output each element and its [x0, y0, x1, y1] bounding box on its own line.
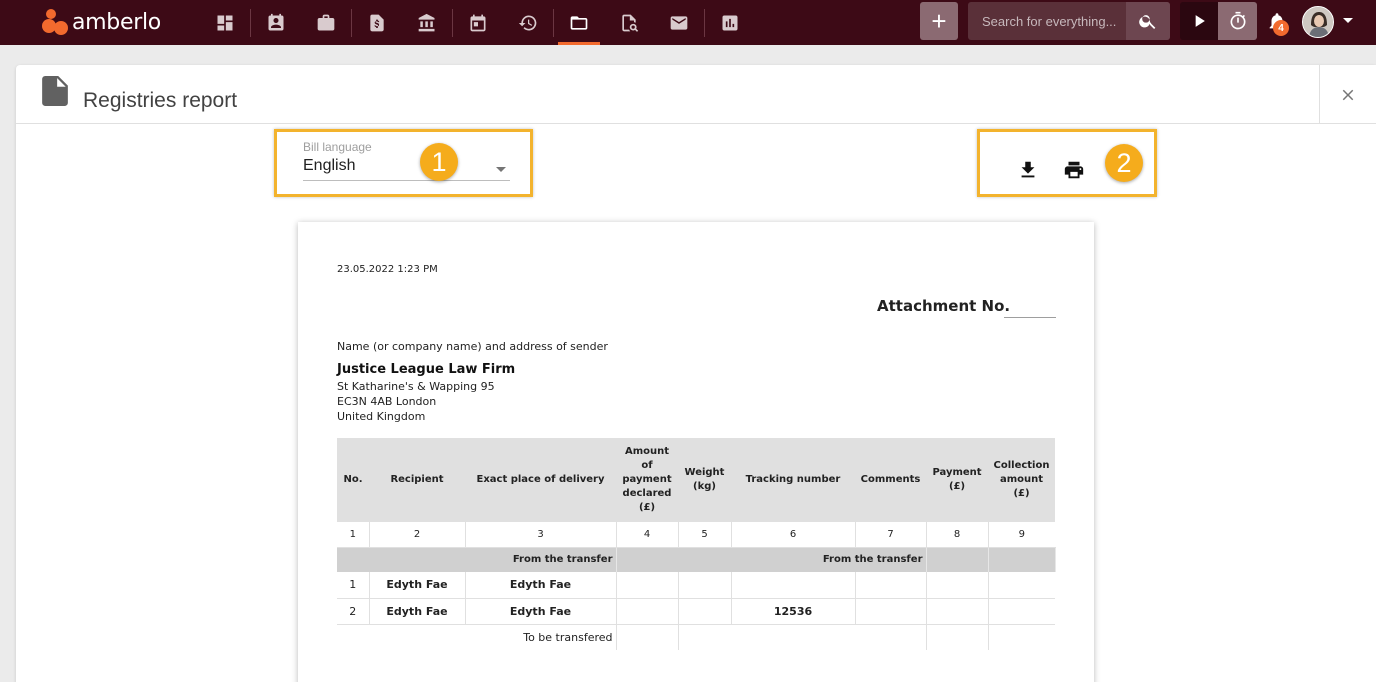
firm-name: Justice League Law Firm [337, 362, 516, 377]
table-row: 1 Edyth Fae Edyth Fae [337, 572, 1055, 599]
close-icon [1342, 89, 1354, 100]
column-header: Comments [855, 438, 926, 522]
search-button[interactable] [1126, 2, 1170, 40]
start-timer-button[interactable] [1180, 2, 1218, 40]
print-button[interactable] [1061, 157, 1087, 183]
bill-language-value: English [303, 157, 356, 174]
comments-cell [855, 598, 927, 625]
column-number: 1 [337, 522, 370, 548]
document-icon [42, 76, 68, 106]
column-number: 8 [926, 522, 989, 548]
column-number: 9 [988, 522, 1055, 548]
user-avatar[interactable] [1302, 6, 1334, 38]
attachment-number-line [1004, 317, 1056, 318]
sender-label: Name (or company name) and address of se… [337, 340, 608, 353]
collection-cell [988, 572, 1055, 599]
registry-table: No. Recipient Exact place of delivery Am… [337, 438, 1056, 650]
recipient-cell: Edyth Fae [369, 598, 466, 625]
global-search [968, 2, 1170, 40]
column-number-row: 1 2 3 4 5 6 7 8 9 [337, 522, 1055, 548]
payment-cell [926, 572, 989, 599]
to-be-transferred-label: To be transfered [337, 624, 617, 650]
weight-cell [678, 572, 732, 599]
payment-cell [926, 598, 989, 625]
delivery-place-cell: Edyth Fae [465, 598, 617, 625]
top-navigation-bar: amberlo + Search for everything... 4 [0, 0, 1376, 45]
report-preview-page: 23.05.2022 1:23 PM Attachment No. Name (… [298, 222, 1094, 682]
main-nav [200, 0, 755, 45]
column-header: Exact place of delivery [465, 438, 616, 522]
play-icon [1195, 15, 1205, 27]
callout-number-1: 1 [420, 143, 458, 181]
column-number: 6 [731, 522, 856, 548]
column-header: Tracking number [731, 438, 855, 522]
logo-text: amberlo [72, 9, 161, 35]
documents-icon[interactable] [554, 0, 604, 45]
bill-language-select[interactable]: Bill language English [303, 140, 510, 181]
amount-cell [616, 572, 679, 599]
amberlo-logo[interactable]: amberlo [42, 9, 161, 35]
report-date: 23.05.2022 1:23 PM [337, 264, 438, 275]
column-header: No. [337, 438, 369, 522]
tracking-cell: 12536 [731, 598, 856, 625]
notifications-count-badge: 4 [1273, 20, 1289, 36]
table-header-row: No. Recipient Exact place of delivery Am… [337, 438, 1055, 522]
row-number: 1 [337, 572, 370, 599]
dropdown-caret-icon [496, 167, 506, 172]
address-line: St Katharine's & Wapping 95 [337, 380, 495, 393]
amount-cell [616, 598, 679, 625]
weight-cell [678, 598, 732, 625]
dashboard-icon[interactable] [200, 0, 250, 45]
column-number: 3 [465, 522, 617, 548]
time-history-icon[interactable] [503, 0, 553, 45]
bill-language-label: Bill language [303, 140, 372, 154]
callout-number-2: 2 [1105, 144, 1143, 182]
column-number: 7 [855, 522, 927, 548]
reports-icon[interactable] [705, 0, 755, 45]
mail-icon[interactable] [654, 0, 704, 45]
column-header: Weight (kg) [678, 438, 731, 522]
bank-icon[interactable] [402, 0, 452, 45]
from-transfer-label: From the transfer [616, 547, 927, 572]
tracking-cell [731, 572, 856, 599]
document-search-icon[interactable] [604, 0, 654, 45]
calendar-icon[interactable] [453, 0, 503, 45]
search-icon [1139, 15, 1156, 29]
column-header: Payment (£) [926, 438, 988, 522]
address-line: EC3N 4AB London [337, 395, 437, 408]
column-header: Amount of payment declared (£) [616, 438, 678, 522]
recipient-cell: Edyth Fae [369, 572, 466, 599]
stopwatch-button[interactable] [1218, 2, 1257, 40]
logo-mark-icon [42, 9, 68, 35]
stopwatch-icon [1230, 11, 1246, 30]
print-icon [1064, 161, 1084, 179]
address-line: United Kingdom [337, 410, 426, 423]
column-number: 5 [678, 522, 732, 548]
matters-icon[interactable] [301, 0, 351, 45]
from-transfer-label: From the transfer [337, 547, 617, 572]
column-number: 2 [369, 522, 466, 548]
delivery-place-cell: Edyth Fae [465, 572, 617, 599]
download-button[interactable] [1015, 157, 1041, 183]
attachment-label: Attachment No. [877, 297, 1011, 315]
column-header: Collection amount (£) [988, 438, 1055, 522]
modal-header: Registries report [16, 65, 1376, 124]
contacts-icon[interactable] [251, 0, 301, 45]
user-menu-caret-icon[interactable] [1343, 18, 1353, 23]
timer-controls [1180, 2, 1257, 40]
billing-icon[interactable] [352, 0, 402, 45]
column-number: 4 [616, 522, 679, 548]
table-row: 2 Edyth Fae Edyth Fae 12536 [337, 598, 1055, 625]
modal-title: Registries report [83, 89, 238, 112]
column-header: Recipient [369, 438, 465, 522]
collection-cell [988, 598, 1055, 625]
close-button[interactable] [1319, 65, 1376, 124]
global-search-input[interactable] [968, 13, 1126, 29]
from-transfer-row: From the transfer From the transfer [337, 547, 1056, 572]
add-new-button[interactable]: + [920, 2, 958, 40]
row-number: 2 [337, 598, 370, 625]
download-icon [1021, 161, 1035, 178]
to-be-transferred-row: To be transfered [337, 624, 1055, 650]
comments-cell [855, 572, 927, 599]
